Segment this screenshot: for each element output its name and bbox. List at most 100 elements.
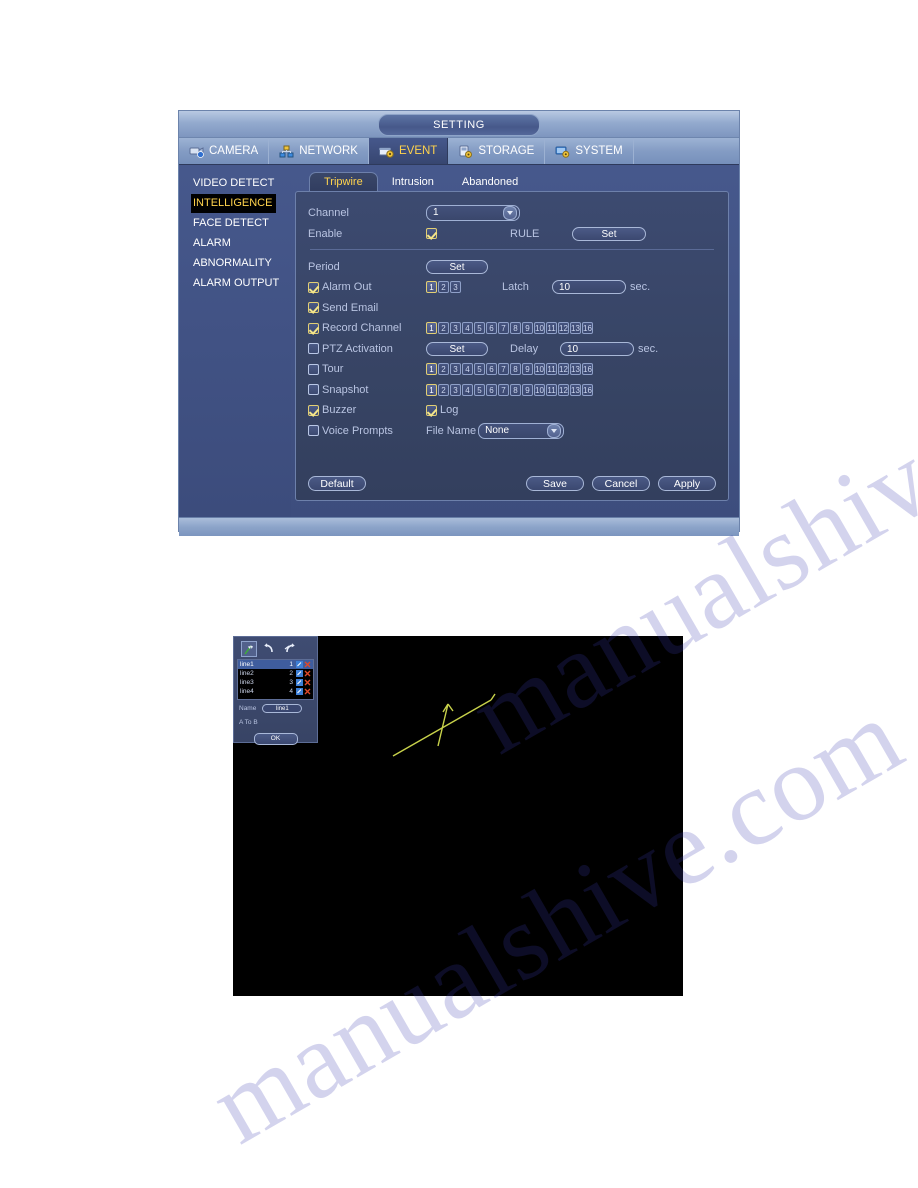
- tab-storage[interactable]: STORAGE: [448, 138, 546, 164]
- snapshot-channel-box[interactable]: 1: [426, 383, 437, 396]
- record-channel-box[interactable]: 16: [582, 322, 593, 335]
- record-channel-box[interactable]: 6: [486, 322, 497, 335]
- table-row[interactable]: line3 3: [238, 678, 313, 687]
- alarm-out-checkbox[interactable]: [308, 281, 319, 293]
- undo-icon[interactable]: [262, 641, 278, 657]
- snapshot-channel-box[interactable]: 16: [582, 383, 593, 396]
- subtab-tripwire[interactable]: Tripwire: [309, 172, 378, 191]
- tour-channel-box[interactable]: 2: [438, 363, 449, 376]
- record-channel-box[interactable]: 11: [546, 322, 557, 335]
- tour-channel-box[interactable]: 3: [450, 363, 461, 376]
- channel-select[interactable]: 1: [426, 204, 520, 221]
- tour-channel-box[interactable]: 9: [522, 363, 533, 376]
- record-channel-box[interactable]: 5: [474, 322, 485, 335]
- dialog-name-input[interactable]: line1: [262, 703, 303, 713]
- voice-prompts-checkbox[interactable]: [308, 425, 319, 437]
- snapshot-checkbox[interactable]: [308, 384, 319, 396]
- apply-button[interactable]: Apply: [658, 476, 716, 491]
- delay-input[interactable]: 10: [560, 341, 634, 356]
- save-button[interactable]: Save: [526, 476, 584, 491]
- snapshot-channel-box[interactable]: 5: [474, 383, 485, 396]
- record-channel-box[interactable]: 2: [438, 322, 449, 335]
- sidebar-item-face-detect[interactable]: FACE DETECT: [191, 214, 273, 233]
- record-channel-box[interactable]: 12: [558, 322, 569, 335]
- tab-network[interactable]: NETWORK: [269, 138, 369, 164]
- table-row[interactable]: line2 2: [238, 669, 313, 678]
- send-email-checkbox[interactable]: [308, 302, 319, 314]
- default-button[interactable]: Default: [308, 476, 366, 491]
- record-channel-box[interactable]: 10: [534, 322, 545, 335]
- delete-icon[interactable]: [304, 688, 311, 695]
- edit-icon[interactable]: [296, 679, 303, 686]
- file-name-select[interactable]: None: [478, 422, 565, 439]
- ptz-set-button[interactable]: Set: [426, 341, 488, 356]
- delay-unit: sec.: [638, 342, 659, 355]
- edit-icon[interactable]: [296, 661, 303, 668]
- redo-icon[interactable]: [283, 641, 299, 657]
- sidebar-item-alarm[interactable]: ALARM: [191, 234, 235, 253]
- tour-channel-box[interactable]: 12: [558, 363, 569, 376]
- snapshot-channel-box[interactable]: 12: [558, 383, 569, 396]
- tour-channel-box[interactable]: 8: [510, 363, 521, 376]
- snapshot-channel-box[interactable]: 3: [450, 383, 461, 396]
- enable-checkbox[interactable]: [426, 227, 437, 239]
- tour-channel-box[interactable]: 10: [534, 363, 545, 376]
- tour-channel-box[interactable]: 5: [474, 363, 485, 376]
- delete-icon[interactable]: [304, 679, 311, 686]
- record-channel-checkbox[interactable]: [308, 322, 319, 334]
- tour-channel-box[interactable]: 1: [426, 363, 437, 376]
- table-row[interactable]: line1 1: [238, 660, 313, 669]
- snapshot-channel-box[interactable]: 4: [462, 383, 473, 396]
- alarm-out-channel[interactable]: 2: [438, 281, 449, 294]
- alarm-out-channel[interactable]: 1: [426, 281, 437, 294]
- record-channel-box[interactable]: 13: [570, 322, 581, 335]
- rule-set-button[interactable]: Set: [572, 226, 646, 241]
- tour-channel-box[interactable]: 16: [582, 363, 593, 376]
- tour-channel-box[interactable]: 7: [498, 363, 509, 376]
- video-preview-area[interactable]: line1 1 line2 2 line3 3 line4 4 Name lin…: [233, 636, 683, 996]
- tour-channel-box[interactable]: 6: [486, 363, 497, 376]
- snapshot-channel-box[interactable]: 13: [570, 383, 581, 396]
- log-checkbox[interactable]: [426, 404, 437, 416]
- tour-checkbox[interactable]: [308, 363, 319, 375]
- tour-channel-box[interactable]: 13: [570, 363, 581, 376]
- table-row[interactable]: line4 4: [238, 687, 313, 696]
- sidebar-item-abnormality[interactable]: ABNORMALITY: [191, 254, 276, 273]
- snapshot-channel-box[interactable]: 10: [534, 383, 545, 396]
- period-set-button[interactable]: Set: [426, 259, 488, 274]
- buzzer-checkbox[interactable]: [308, 404, 319, 416]
- ptz-activation-checkbox[interactable]: [308, 343, 319, 355]
- tab-camera[interactable]: CAMERA: [179, 138, 270, 164]
- edit-icon[interactable]: [296, 688, 303, 695]
- subtab-intrusion[interactable]: Intrusion: [378, 173, 448, 191]
- snapshot-channel-box[interactable]: 9: [522, 383, 533, 396]
- cancel-button[interactable]: Cancel: [592, 476, 650, 491]
- snapshot-channel-box[interactable]: 8: [510, 383, 521, 396]
- sidebar-item-video-detect[interactable]: VIDEO DETECT: [191, 174, 278, 193]
- delete-icon[interactable]: [304, 670, 311, 677]
- delete-icon[interactable]: [304, 661, 311, 668]
- dialog-ok-button[interactable]: OK: [253, 733, 298, 745]
- tab-event[interactable]: EVENT: [368, 138, 449, 164]
- record-channel-box[interactable]: 3: [450, 322, 461, 335]
- latch-input[interactable]: 10: [552, 280, 626, 295]
- draw-line-icon[interactable]: [241, 641, 257, 657]
- snapshot-channel-box[interactable]: 7: [498, 383, 509, 396]
- sidebar-item-intelligence[interactable]: INTELLIGENCE: [191, 194, 277, 213]
- subtab-abandoned[interactable]: Abandoned: [448, 173, 532, 191]
- tour-channel-box[interactable]: 4: [462, 363, 473, 376]
- alarm-out-channel[interactable]: 3: [450, 281, 461, 294]
- window-statusbar: [179, 517, 739, 536]
- snapshot-channel-box[interactable]: 2: [438, 383, 449, 396]
- record-channel-box[interactable]: 8: [510, 322, 521, 335]
- snapshot-channel-box[interactable]: 6: [486, 383, 497, 396]
- snapshot-channel-box[interactable]: 11: [546, 383, 557, 396]
- edit-icon[interactable]: [296, 670, 303, 677]
- sidebar-item-alarm-output[interactable]: ALARM OUTPUT: [191, 274, 283, 293]
- record-channel-box[interactable]: 1: [426, 322, 437, 335]
- record-channel-box[interactable]: 4: [462, 322, 473, 335]
- tour-channel-box[interactable]: 11: [546, 363, 557, 376]
- tab-system[interactable]: SYSTEM: [545, 138, 634, 164]
- record-channel-box[interactable]: 9: [522, 322, 533, 335]
- record-channel-box[interactable]: 7: [498, 322, 509, 335]
